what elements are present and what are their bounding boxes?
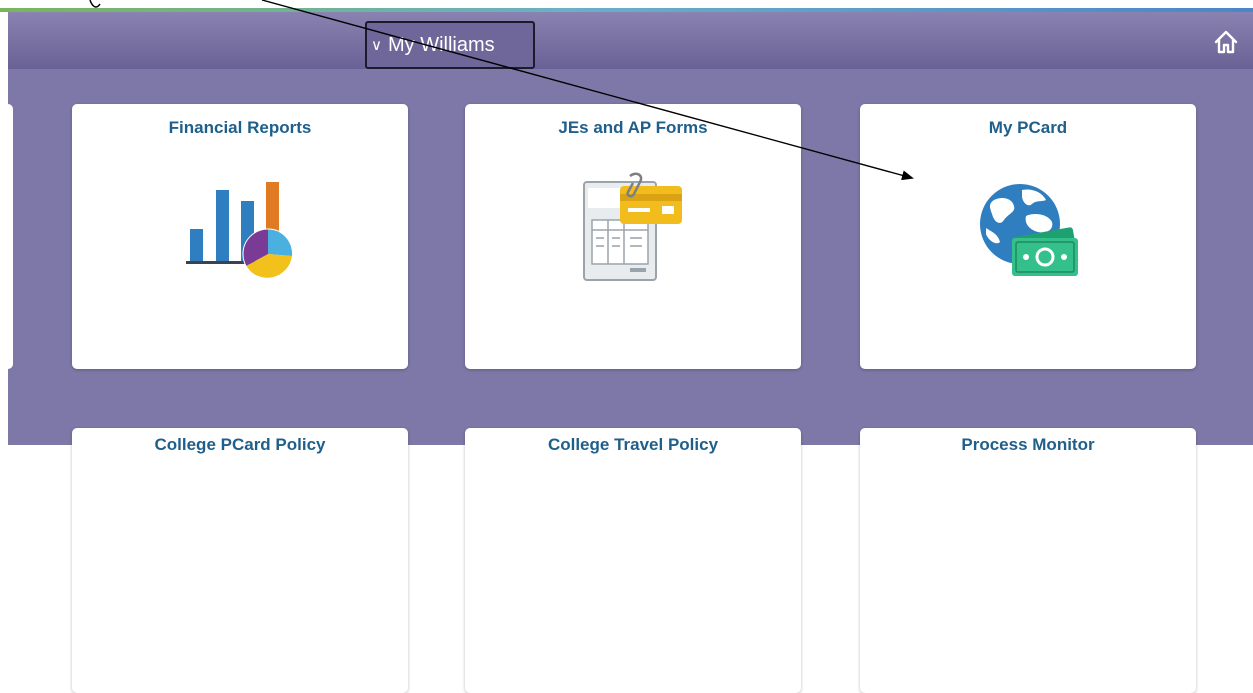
header-bar xyxy=(8,12,1253,69)
bar-pie-chart-icon xyxy=(186,182,294,280)
tile-financial-reports[interactable]: Financial Reports xyxy=(72,104,408,369)
partial-tile-left[interactable] xyxy=(0,104,13,369)
globe-money-icon xyxy=(980,184,1079,276)
tile-title: College PCard Policy xyxy=(154,435,326,454)
homepage-selector-dropdown[interactable]: ∨ My Williams xyxy=(365,21,535,69)
tile-college-travel-policy[interactable]: College Travel Policy xyxy=(465,428,801,693)
tile-title: My PCard xyxy=(988,118,1068,137)
tile-title: Financial Reports xyxy=(168,118,312,137)
tile-title: College Travel Policy xyxy=(547,435,719,454)
homepage-selector-label: My Williams xyxy=(387,33,495,56)
tile-title: JEs and AP Forms xyxy=(558,118,708,137)
tile-my-pcard[interactable]: My PCard xyxy=(860,104,1196,369)
tile-process-monitor[interactable]: Process Monitor xyxy=(860,428,1196,693)
home-icon[interactable] xyxy=(1212,28,1240,56)
tile-jes-and-ap-forms[interactable]: JEs and AP Forms xyxy=(465,104,801,369)
form-with-card-icon xyxy=(583,172,682,281)
chevron-down-icon: ∨ xyxy=(371,37,382,54)
tile-college-pcard-policy[interactable]: College PCard Policy xyxy=(72,428,408,693)
tile-title: Process Monitor xyxy=(961,435,1095,454)
